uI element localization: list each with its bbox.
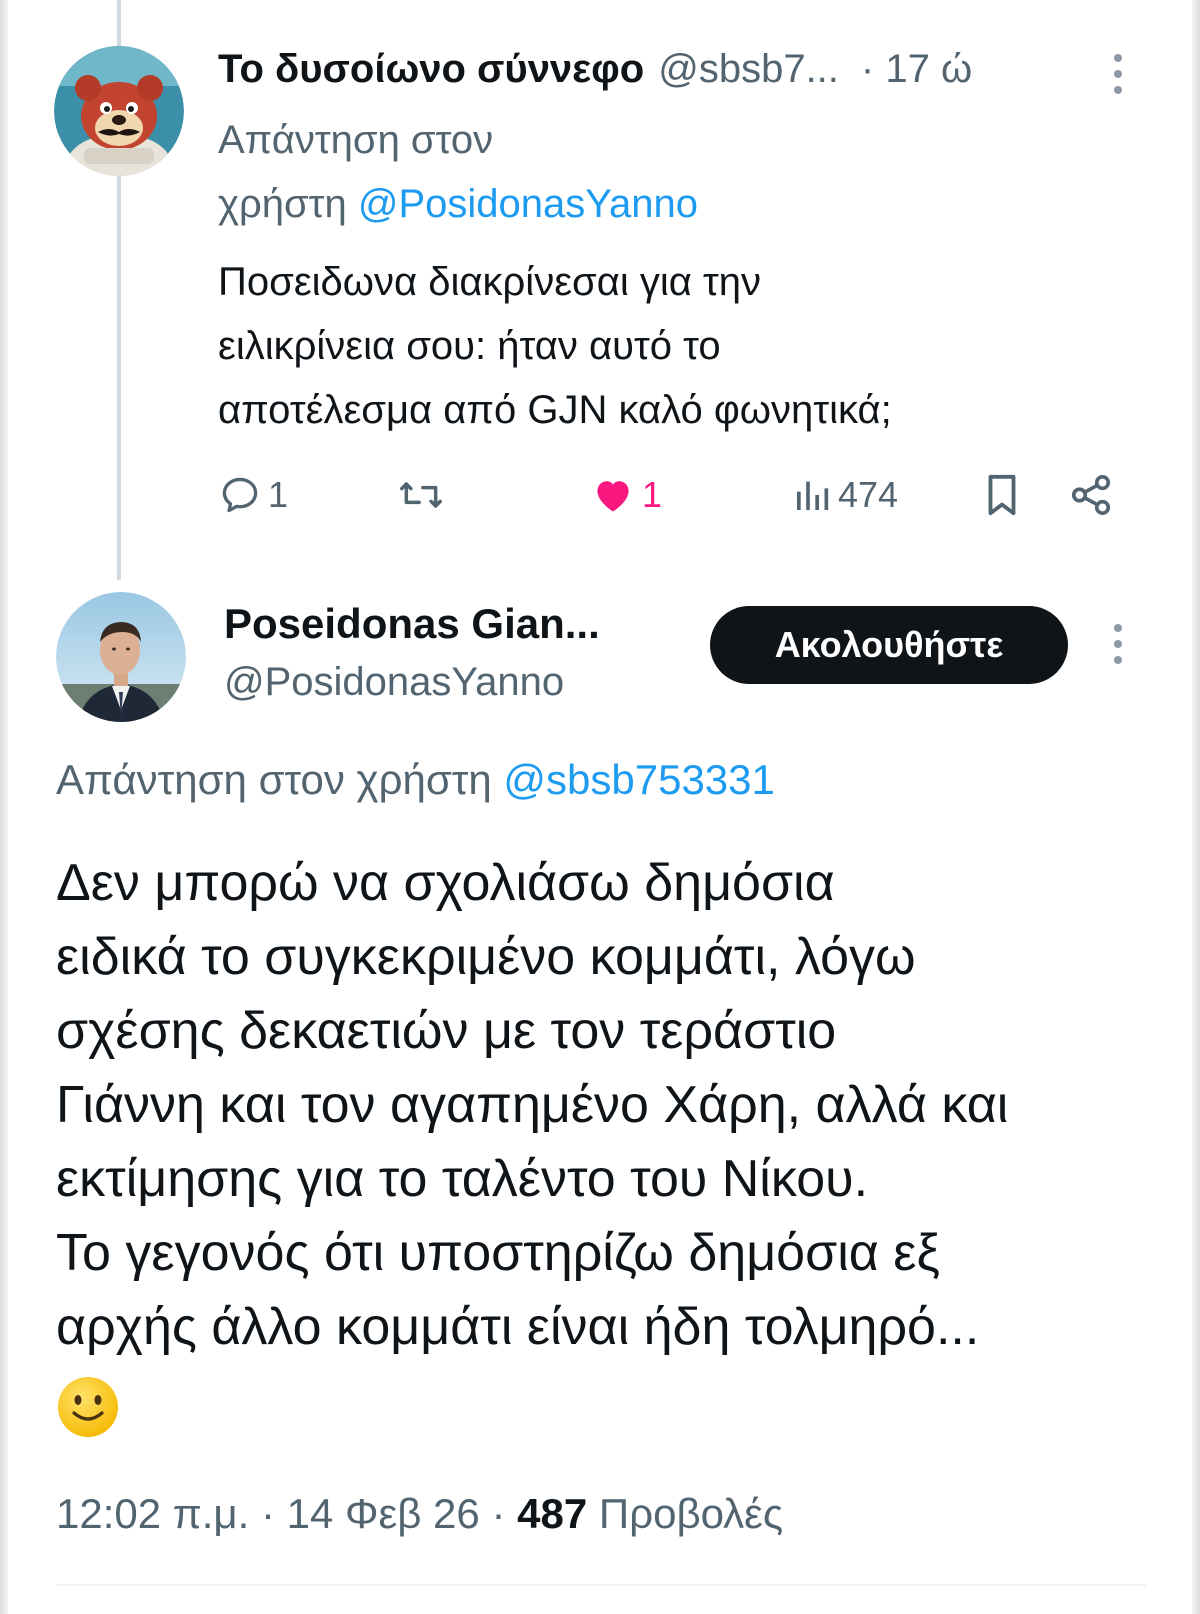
share-button[interactable] (1068, 470, 1114, 520)
tweet-text: Ποσειδωνα διακρίνεσαι για την ειλικρίνει… (218, 250, 1118, 442)
retweet-icon (400, 482, 442, 508)
reply-count: 1 (268, 474, 289, 515)
like-icon (597, 481, 629, 512)
tweet-text-line: εκτίμησης για το ταλέντο του Νίκου. (56, 1150, 869, 1208)
views-label: Προβολές (587, 1490, 784, 1537)
divider (56, 1584, 1146, 1586)
share-icon (1071, 474, 1111, 516)
tweet-header: Το δυσοίωνο σύννεφο @sbsb7... · 17 ώ (218, 44, 972, 94)
reply-to-handle-link[interactable]: @sbsb753331 (503, 756, 775, 803)
tweet-text-line: Δεν μπορώ να σχολιάσω δημόσια (56, 854, 835, 912)
user-handle[interactable]: @sbsb7... (658, 47, 839, 92)
tweet-text-line: αρχής άλλο κομμάτι είναι ήδη τολμηρό... (56, 1298, 980, 1356)
reply-to-handle-link[interactable]: @PosidonasYanno (358, 182, 698, 226)
like-button[interactable]: 1 (590, 470, 662, 520)
reply-prefix: Απάντηση στον χρήστη (56, 756, 492, 803)
avatar[interactable] (56, 592, 186, 722)
bookmark-button[interactable] (982, 470, 1022, 520)
tweet-actions-bar: 1 1 474 (218, 470, 1128, 520)
avatar[interactable] (54, 46, 184, 176)
views-icon (797, 481, 829, 510)
screen-edge-right (1192, 0, 1200, 1614)
tweet-text-line: Το γεγονός ότι υποστηρίζω δημόσια εξ (56, 1224, 940, 1282)
reply-button[interactable]: 1 (218, 470, 288, 520)
tweet-text: Δεν μπορώ να σχολιάσω δημόσια ειδικά το … (56, 846, 1166, 1439)
display-name[interactable]: Poseidonas Gian... (224, 600, 600, 648)
reply-context: Απάντηση στον χρήστη @PosidonasYanno (218, 108, 1038, 236)
reply-prefix: Απάντηση στον (218, 118, 494, 162)
views-count: 487 (517, 1490, 588, 1537)
tweet-metadata: 12:02 π.μ. · 14 Φεβ 26 · 487 Προβολές (56, 1490, 783, 1538)
display-name[interactable]: Το δυσοίωνο σύννεφο (218, 47, 644, 92)
cartoon-avatar-image (54, 46, 184, 176)
tweet-text-line: αποτέλεσμα από GJN καλό φωνητικά; (218, 388, 892, 432)
user-handle[interactable]: @PosidonasYanno (224, 660, 564, 705)
more-icon[interactable] (1108, 52, 1128, 96)
tweet-text-line: Γιάννη και τον αγαπημένο Χάρη, αλλά και (56, 1076, 1009, 1134)
bookmark-icon (988, 474, 1016, 516)
more-icon[interactable] (1108, 622, 1128, 666)
tweet-text-line: σχέσης δεκαετιών με τον τεράστιο (56, 1002, 837, 1060)
reply-icon (222, 477, 258, 513)
like-count: 1 (642, 474, 663, 515)
reply-prefix: χρήστη (218, 182, 347, 226)
tweet-timestamp[interactable]: 12:02 π.μ. · 14 Φεβ 26 · (56, 1490, 517, 1537)
slightly-smiling-face-icon (58, 1377, 118, 1438)
reply-context: Απάντηση στον χρήστη @sbsb753331 (56, 756, 775, 804)
tweet-text-line: ειλικρίνεια σου: ήταν αυτό το (218, 324, 721, 368)
views-button[interactable]: 474 (792, 470, 898, 520)
profile-photo-image (56, 592, 186, 722)
tweet-text-line: ειδικά το συγκεκριμένο κομμάτι, λόγω (56, 928, 916, 986)
follow-button[interactable]: Ακολουθήστε (710, 606, 1068, 684)
views-count: 474 (838, 474, 899, 515)
tweet-text-line: Ποσειδωνα διακρίνεσαι για την (218, 260, 762, 304)
tweet-time[interactable]: · 17 ώ (861, 47, 972, 92)
screen-edge-left (0, 0, 8, 1614)
retweet-button[interactable] (396, 470, 446, 520)
